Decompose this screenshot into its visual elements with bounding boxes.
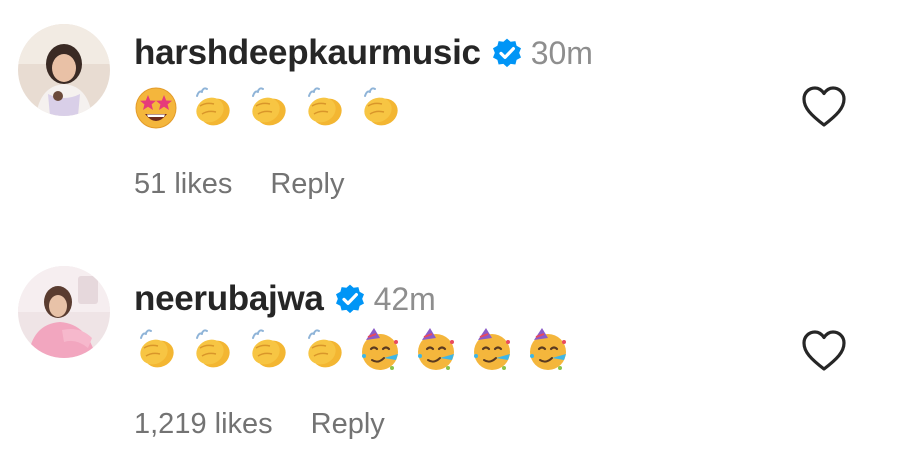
verified-badge-icon [335,284,364,314]
comment-actions: 1,219 likes Reply [134,404,385,444]
verified-badge-icon [492,38,521,68]
star-struck-emoji-icon [135,87,177,129]
username-line: harshdeepkaurmusic 30m [134,30,593,76]
avatar-image [18,24,110,116]
clapping-hands-emoji-icon [364,87,398,126]
clapping-hands-emoji-icon [252,87,286,126]
avatar[interactable] [18,266,110,358]
partying-face-emoji-icon [530,328,566,370]
clapping-hands-emoji-icon [308,329,342,368]
like-heart-icon[interactable] [801,85,847,129]
clapping-hands-emoji-icon [196,87,230,126]
reply-button[interactable]: Reply [270,168,344,201]
avatar[interactable] [18,24,110,116]
comment-text [132,326,572,374]
clapping-hands-emoji-icon [140,329,174,368]
likes-count[interactable]: 51 likes [134,168,232,201]
partying-face-emoji-icon [362,328,398,370]
clapping-hands-emoji-icon [196,329,230,368]
username-link[interactable]: harshdeepkaurmusic [134,33,481,73]
partying-face-emoji-icon [418,328,454,370]
likes-count[interactable]: 1,219 likes [134,408,273,441]
clapping-hands-emoji-icon [252,329,286,368]
comment-item: harshdeepkaurmusic 30m 51 likes Reply [0,0,906,236]
comment-item: neerubajwa 42m 1,219 likes Reply [0,236,906,472]
like-heart-icon[interactable] [801,329,847,373]
partying-face-emoji-icon [474,328,510,370]
comment-timestamp: 30m [530,34,593,71]
comment-timestamp: 42m [373,280,436,317]
avatar-image [18,266,110,358]
reply-button[interactable]: Reply [311,408,385,441]
username-link[interactable]: neerubajwa [134,279,324,319]
comment-text [132,84,404,132]
username-line: neerubajwa 42m [134,276,436,322]
clapping-hands-emoji-icon [308,87,342,126]
comment-actions: 51 likes Reply [134,164,344,204]
